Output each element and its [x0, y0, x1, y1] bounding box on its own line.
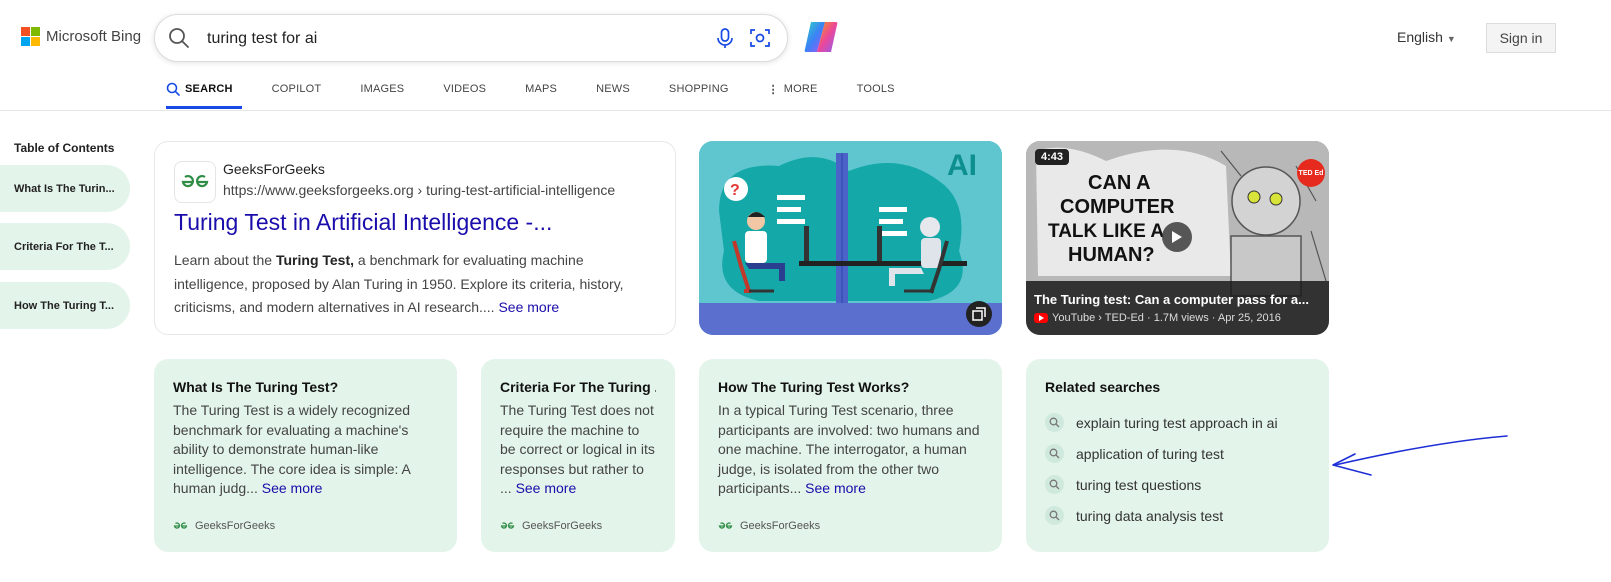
site-name[interactable]: GeeksForGeeks [223, 161, 325, 177]
related-searches-card: Related searches explain turing test app… [1026, 359, 1329, 552]
ted-ed-logo: TED Ed [1297, 159, 1325, 187]
search-icon [1045, 506, 1064, 525]
see-more-link[interactable]: See more [516, 480, 577, 496]
see-more-link[interactable]: See more [805, 480, 866, 496]
active-tab-underline [166, 106, 242, 109]
card-source: GeeksForGeeks [500, 520, 602, 532]
tab-maps[interactable]: MAPS [525, 80, 557, 98]
search-input[interactable] [205, 29, 689, 49]
language-label: English [1397, 29, 1443, 45]
search-icon[interactable] [168, 27, 190, 54]
card-source: GeeksForGeeks [718, 520, 820, 532]
video-result-tile[interactable]: CAN A COMPUTER TALK LIKE A HUMAN? 4:43 T… [1026, 141, 1329, 335]
result-snippet: Learn about the Turing Test, a benchmark… [174, 252, 624, 315]
search-result-card: GeeksForGeeks https://www.geeksforgeeks.… [154, 141, 676, 335]
card-body: The Turing Test is a widely recognized b… [173, 402, 411, 496]
video-overlay-line-1: CAN A [1088, 172, 1151, 194]
header-divider [0, 110, 1611, 111]
toc-item-criteria[interactable]: Criteria For The T... [0, 223, 130, 270]
tab-shopping[interactable]: SHOPPING [669, 80, 729, 98]
card-title: How The Turing Test Works? [718, 379, 910, 395]
visual-search-icon[interactable] [749, 27, 771, 54]
copilot-icon[interactable] [803, 20, 839, 59]
annotation-arrow [1332, 435, 1508, 476]
toc-card-what-is[interactable]: What Is The Turing Test? The Turing Test… [154, 359, 457, 552]
search-box[interactable] [154, 14, 788, 62]
video-title[interactable]: The Turing test: Can a computer pass for… [1034, 292, 1324, 307]
tab-more[interactable]: ⋮ MORE [768, 80, 818, 98]
video-duration-badge: 4:43 [1035, 149, 1070, 165]
language-selector[interactable]: English ▼ [1397, 29, 1456, 45]
play-icon[interactable] [1162, 222, 1192, 252]
related-search-item[interactable]: turing data analysis test [1045, 500, 1310, 531]
related-search-item[interactable]: application of turing test [1045, 438, 1310, 469]
result-title-link[interactable]: Turing Test in Artificial Intelligence -… [174, 209, 552, 236]
microphone-icon[interactable] [714, 27, 736, 54]
search-icon [1045, 475, 1064, 494]
related-searches-title: Related searches [1045, 379, 1161, 395]
turing-test-illustration: ? AI [699, 141, 1002, 335]
search-icon [166, 82, 180, 96]
site-url[interactable]: https://www.geeksforgeeks.org › turing-t… [223, 182, 615, 198]
geeksforgeeks-logo-icon [181, 174, 209, 188]
search-icon [1045, 444, 1064, 463]
more-dots-icon: ⋮ [767, 83, 779, 96]
toc-card-how-works[interactable]: How The Turing Test Works? In a typical … [699, 359, 1002, 552]
card-title: Criteria For The Turing ... [500, 379, 656, 395]
microsoft-logo-icon [21, 27, 40, 46]
related-searches-list: explain turing test approach in ai appli… [1045, 407, 1310, 531]
card-body: The Turing Test does not require the mac… [500, 402, 655, 496]
youtube-icon [1034, 313, 1048, 323]
card-body: In a typical Turing Test scenario, three… [718, 402, 980, 496]
toc-item-how-works[interactable]: How The Turing T... [0, 282, 130, 329]
related-search-item[interactable]: explain turing test approach in ai [1045, 407, 1310, 438]
video-overlay-line-3: TALK LIKE A [1048, 221, 1164, 242]
sign-in-button[interactable]: Sign in [1486, 23, 1556, 53]
logo-text: Microsoft Bing [46, 28, 142, 45]
toc-item-what-is[interactable]: What Is The Turin... [0, 165, 130, 212]
tab-images[interactable]: IMAGES [360, 80, 404, 98]
tab-news[interactable]: NEWS [596, 80, 630, 98]
image-ai-badge: AI [947, 149, 977, 182]
site-favicon[interactable] [174, 161, 216, 203]
tab-copilot[interactable]: COPILOT [272, 80, 322, 98]
video-overlay-line-2: COMPUTER [1060, 196, 1175, 218]
search-icon [1045, 413, 1064, 432]
caret-down-icon: ▼ [1446, 34, 1456, 44]
search-nav-tabs: SEARCH COPILOT IMAGES VIDEOS MAPS NEWS S… [166, 80, 934, 98]
bing-logo[interactable]: Microsoft Bing [21, 27, 141, 46]
video-meta: YouTube › TED-Ed · 1.7M views · Apr 25, … [1052, 312, 1281, 324]
card-source: GeeksForGeeks [173, 520, 275, 532]
tab-videos[interactable]: VIDEOS [443, 80, 486, 98]
related-search-item[interactable]: turing test questions [1045, 469, 1310, 500]
see-more-link[interactable]: See more [262, 480, 323, 496]
result-image-tile[interactable]: ? AI [699, 141, 1002, 335]
image-gallery-icon[interactable] [966, 301, 992, 327]
video-meta-row: YouTube › TED-Ed · 1.7M views · Apr 25, … [1034, 312, 1281, 324]
see-more-link[interactable]: See more [498, 299, 559, 315]
svg-text:?: ? [730, 182, 740, 199]
card-title: What Is The Turing Test? [173, 379, 339, 395]
geeksforgeeks-logo-icon [718, 522, 733, 529]
geeksforgeeks-logo-icon [173, 522, 188, 529]
tab-tools[interactable]: TOOLS [857, 80, 895, 98]
toc-title: Table of Contents [14, 141, 115, 155]
video-overlay-line-4: HUMAN? [1068, 244, 1155, 266]
geeksforgeeks-logo-icon [500, 522, 515, 529]
tab-search[interactable]: SEARCH [166, 80, 233, 98]
toc-card-criteria[interactable]: Criteria For The Turing ... The Turing T… [481, 359, 675, 552]
